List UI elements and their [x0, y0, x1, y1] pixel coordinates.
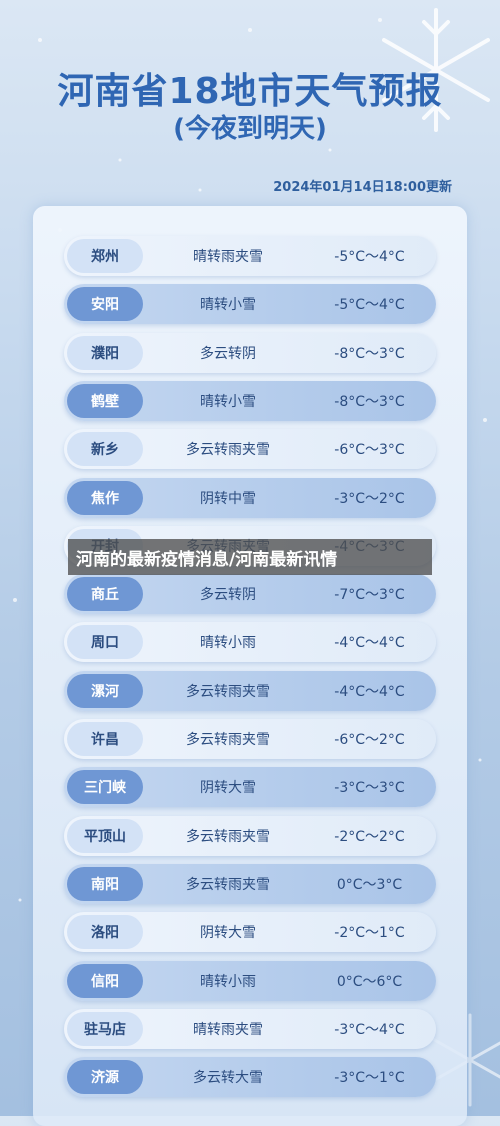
weather-condition: 晴转雨夹雪 — [193, 249, 263, 265]
city-name: 新乡 — [67, 432, 143, 466]
forecast-row: 许昌 多云转雨夹雪 -6°C～2°C — [64, 719, 436, 759]
forecast-row: 洛阳 阴转大雪 -2°C～1°C — [64, 912, 436, 952]
weather-condition: 晴转小雪 — [200, 297, 256, 313]
weather-condition: 多云转雨夹雪 — [186, 684, 270, 700]
forecast-row: 郑州 晴转雨夹雪 -5°C～4°C — [64, 236, 436, 276]
forecast-row: 驻马店 晴转雨夹雪 -3°C～4°C — [64, 1009, 436, 1049]
page-title: 河南省18地市天气预报 — [57, 71, 443, 112]
forecast-row: 三门峡 阴转大雪 -3°C～3°C — [64, 767, 436, 807]
news-banner[interactable]: 河南的最新疫情消息/河南最新讯情 — [68, 539, 432, 575]
forecast-row: 焦作 阴转中雪 -3°C～2°C — [64, 478, 436, 518]
forecast-row: 新乡 多云转雨夹雪 -6°C～3°C — [64, 429, 436, 469]
city-name: 商丘 — [67, 577, 143, 611]
city-name: 驻马店 — [67, 1012, 143, 1046]
temperature-range: -3°C～4°C — [334, 1022, 405, 1038]
temperature-range: -6°C～3°C — [334, 442, 405, 458]
temperature-range: -7°C～3°C — [334, 587, 405, 603]
weather-condition: 多云转阴 — [200, 346, 256, 362]
forecast-row: 南阳 多云转雨夹雪 0°C～3°C — [64, 864, 436, 904]
weather-condition: 阴转大雪 — [200, 780, 256, 796]
city-name: 南阳 — [67, 867, 143, 901]
temperature-range: -8°C～3°C — [334, 394, 405, 410]
temperature-range: -3°C～1°C — [334, 1070, 405, 1086]
city-name: 漯河 — [67, 674, 143, 708]
forecast-row: 济源 多云转大雪 -3°C～1°C — [64, 1057, 436, 1097]
forecast-row: 濮阳 多云转阴 -8°C～3°C — [64, 333, 436, 373]
city-name: 安阳 — [67, 287, 143, 321]
temperature-range: -3°C～2°C — [334, 491, 405, 507]
temperature-range: 0°C～3°C — [336, 877, 403, 893]
weather-condition: 多云转雨夹雪 — [186, 877, 270, 893]
city-name: 信阳 — [67, 964, 143, 998]
weather-condition: 多云转大雪 — [193, 1070, 263, 1086]
temperature-range: -4°C～4°C — [334, 635, 405, 651]
forecast-row: 周口 晴转小雨 -4°C～4°C — [64, 622, 436, 662]
forecast-row: 漯河 多云转雨夹雪 -4°C～4°C — [64, 671, 436, 711]
temperature-range: -2°C～1°C — [334, 925, 405, 941]
temperature-range: -2°C～2°C — [334, 829, 405, 845]
temperature-range: -4°C～4°C — [334, 684, 405, 700]
forecast-row: 信阳 晴转小雨 0°C～6°C — [64, 961, 436, 1001]
weather-condition: 晴转小雪 — [200, 394, 256, 410]
temperature-range: -3°C～3°C — [334, 780, 405, 796]
weather-condition: 晴转小雨 — [200, 974, 256, 990]
city-name: 许昌 — [67, 722, 143, 756]
weather-condition: 晴转雨夹雪 — [193, 1022, 263, 1038]
update-time: 2024年01月14日18:00更新 — [273, 180, 452, 195]
city-name: 平顶山 — [67, 819, 143, 853]
city-name: 洛阳 — [67, 915, 143, 949]
city-name: 濮阳 — [67, 336, 143, 370]
weather-condition: 晴转小雨 — [200, 635, 256, 651]
city-name: 周口 — [67, 625, 143, 659]
temperature-range: -6°C～2°C — [334, 732, 405, 748]
forecast-row: 平顶山 多云转雨夹雪 -2°C～2°C — [64, 816, 436, 856]
temperature-range: -5°C～4°C — [334, 249, 405, 265]
temperature-range: -5°C～4°C — [334, 297, 405, 313]
forecast-row: 安阳 晴转小雪 -5°C～4°C — [64, 284, 436, 324]
weather-condition: 多云转雨夹雪 — [186, 442, 270, 458]
temperature-range: -8°C～3°C — [334, 346, 405, 362]
weather-condition: 多云转阴 — [200, 587, 256, 603]
city-name: 鹤壁 — [67, 384, 143, 418]
weather-condition: 多云转雨夹雪 — [186, 829, 270, 845]
weather-condition: 多云转雨夹雪 — [186, 732, 270, 748]
weather-condition: 阴转中雪 — [200, 491, 256, 507]
weather-condition: 阴转大雪 — [200, 925, 256, 941]
city-name: 三门峡 — [67, 770, 143, 804]
city-name: 济源 — [67, 1060, 143, 1094]
temperature-range: 0°C～6°C — [336, 974, 403, 990]
city-name: 郑州 — [67, 239, 143, 273]
forecast-row: 鹤壁 晴转小雪 -8°C～3°C — [64, 381, 436, 421]
forecast-row: 商丘 多云转阴 -7°C～3°C — [64, 574, 436, 614]
city-name: 焦作 — [67, 481, 143, 515]
page-subtitle: (今夜到明天) — [173, 114, 327, 144]
